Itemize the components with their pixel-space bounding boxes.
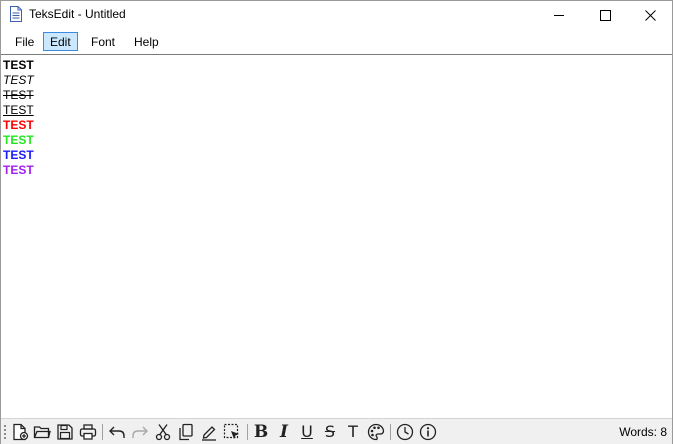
editor-line-strikethrough: TEST <box>3 88 34 102</box>
editor-line-blue: TEST <box>3 148 34 162</box>
toolbar-separator <box>390 424 391 440</box>
app-window: TeksEdit - Untitled File Edit Font Help … <box>0 0 673 444</box>
bottom-toolbar: B I U S T Words: 8 <box>1 418 672 444</box>
strikethrough-icon[interactable]: S <box>320 422 340 442</box>
close-button[interactable] <box>627 1 673 29</box>
editor-line-purple: TEST <box>3 163 34 177</box>
document-icon <box>9 6 23 22</box>
editor-line-italic: TEST <box>3 73 34 87</box>
editor-line-red: TEST <box>3 118 34 132</box>
color-palette-icon[interactable] <box>366 422 386 442</box>
copy-icon[interactable] <box>176 422 196 442</box>
underline-icon[interactable]: U <box>297 422 317 442</box>
close-icon <box>644 9 656 21</box>
editor-line-underline: TEST <box>3 103 34 117</box>
editor-line-bold: TEST <box>3 58 34 72</box>
maximize-icon <box>599 9 611 21</box>
text-editor[interactable]: TEST TEST TEST TEST TEST TEST TEST TEST <box>1 54 672 418</box>
minimize-button[interactable] <box>536 1 582 29</box>
font-icon[interactable]: T <box>343 422 363 442</box>
clock-icon[interactable] <box>395 422 415 442</box>
open-folder-icon[interactable] <box>32 422 52 442</box>
info-icon[interactable] <box>418 422 438 442</box>
menu-bar: File Edit Font Help <box>1 30 672 54</box>
paste-icon[interactable] <box>199 422 219 442</box>
print-icon[interactable] <box>78 422 98 442</box>
italic-icon[interactable]: I <box>274 422 294 442</box>
menu-edit[interactable]: Edit <box>43 32 78 51</box>
select-all-icon[interactable] <box>222 422 242 442</box>
toolbar-grip-icon[interactable] <box>4 424 7 440</box>
toolbar-separator <box>102 424 103 440</box>
cut-icon[interactable] <box>153 422 173 442</box>
minimize-icon <box>553 14 564 16</box>
menu-font[interactable]: Font <box>84 32 122 51</box>
editor-line-green: TEST <box>3 133 34 147</box>
menu-help[interactable]: Help <box>127 32 166 51</box>
title-bar[interactable]: TeksEdit - Untitled <box>1 1 672 29</box>
menu-file[interactable]: File <box>8 32 41 51</box>
undo-icon[interactable] <box>107 422 127 442</box>
window-title: TeksEdit - Untitled <box>29 7 126 21</box>
new-file-icon[interactable] <box>10 422 30 442</box>
word-count-status: Words: 8 <box>619 425 667 439</box>
bold-icon[interactable]: B <box>251 422 271 442</box>
save-icon[interactable] <box>55 422 75 442</box>
toolbar-separator <box>247 424 248 440</box>
redo-icon[interactable] <box>130 422 150 442</box>
maximize-button[interactable] <box>582 1 628 29</box>
